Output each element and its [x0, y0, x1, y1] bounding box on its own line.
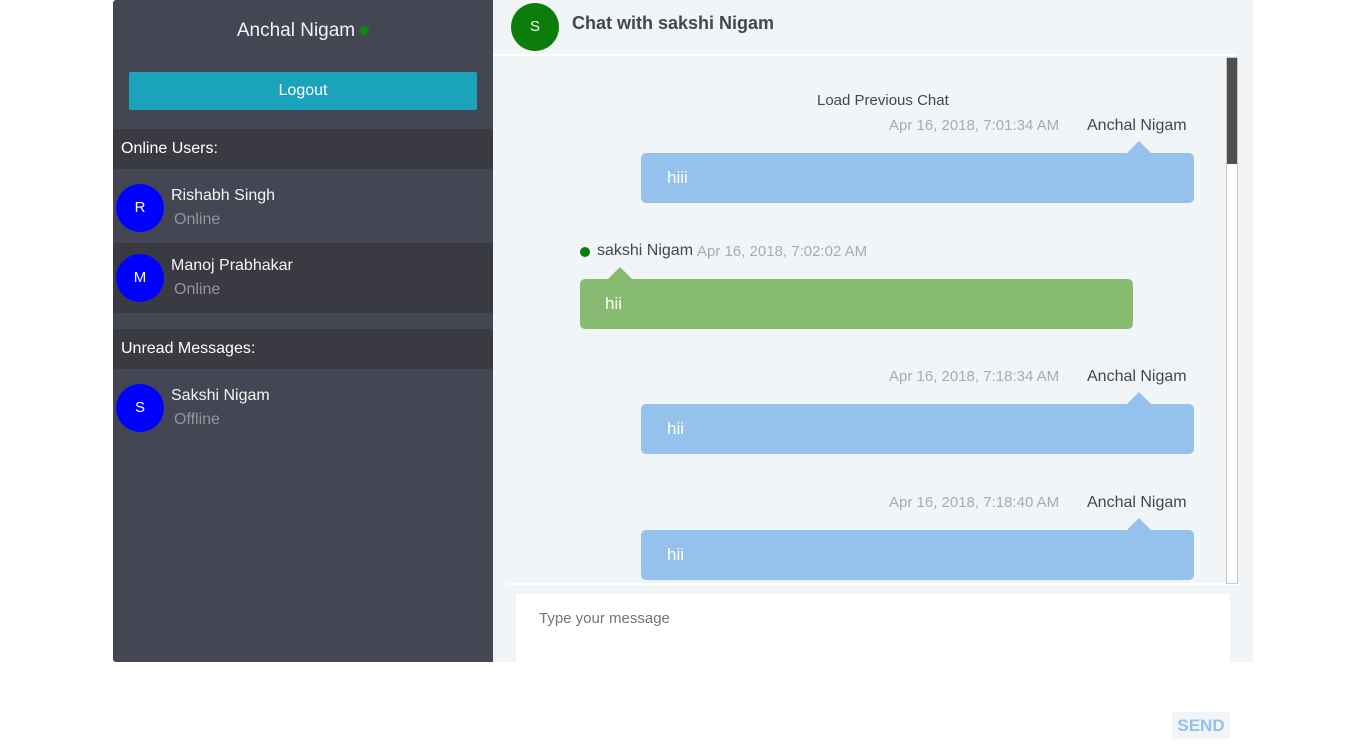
message-input[interactable]	[516, 594, 1230, 662]
message-sender: Anchal Nigam	[1087, 494, 1187, 511]
avatar: M	[116, 254, 164, 302]
message-bubble: hii	[641, 518, 1194, 580]
unread-messages-heading: Unread Messages:	[113, 329, 493, 369]
user-name: Sakshi Nigam	[171, 387, 270, 404]
online-status-icon	[580, 247, 590, 257]
avatar: R	[116, 184, 164, 232]
load-previous-chat-link[interactable]: Load Previous Chat	[817, 92, 949, 109]
current-user: Anchal Nigam	[113, 20, 493, 42]
message-sender: Anchal Nigam	[1087, 368, 1187, 385]
unread-user-item[interactable]: S Sakshi Nigam Offline	[113, 369, 493, 439]
chat-panel: S Chat with sakshi Nigam Load Previous C…	[493, 0, 1253, 662]
online-user-item[interactable]: M Manoj Prabhakar Online	[113, 243, 493, 313]
message-time: Apr 16, 2018, 7:18:34 AM	[889, 368, 1060, 385]
message-time: Apr 16, 2018, 7:02:02 AM	[697, 243, 868, 260]
chat-avatar: S	[511, 3, 559, 51]
online-users-heading: Online Users:	[113, 129, 493, 169]
user-status: Online	[174, 211, 221, 228]
online-user-item[interactable]: R Rishabh Singh Online	[113, 169, 493, 239]
scrollbar-thumb[interactable]	[1227, 58, 1237, 164]
message-sender: Anchal Nigam	[1087, 117, 1187, 134]
sidebar: Anchal Nigam Logout Online Users: R Rish…	[113, 0, 493, 662]
current-user-name: Anchal Nigam	[236, 20, 356, 41]
message-composer	[516, 594, 1230, 662]
message-bubble: hiii	[641, 141, 1194, 203]
user-status: Online	[174, 281, 221, 298]
logout-button[interactable]: Logout	[129, 72, 477, 110]
chat-header: S Chat with sakshi Nigam	[493, 0, 1238, 56]
user-name: Manoj Prabhakar	[171, 257, 293, 274]
online-status-icon	[360, 26, 370, 36]
message-bubble: hii	[580, 267, 1133, 329]
chat-history[interactable]: Load Previous Chat Apr 16, 2018, 7:01:34…	[508, 57, 1239, 585]
message-sender: sakshi Nigam	[597, 242, 694, 259]
chat-scrollbar[interactable]	[1226, 57, 1238, 584]
send-button[interactable]: SEND	[1172, 712, 1230, 739]
chat-app: Anchal Nigam Logout Online Users: R Rish…	[113, 0, 1253, 662]
chat-title: Chat with sakshi Nigam	[572, 13, 775, 33]
avatar: S	[116, 384, 164, 432]
message-time: Apr 16, 2018, 7:01:34 AM	[889, 117, 1060, 134]
user-name: Rishabh Singh	[171, 187, 276, 204]
message-time: Apr 16, 2018, 7:18:40 AM	[889, 494, 1060, 511]
message-bubble: hii	[641, 392, 1194, 454]
user-status: Offline	[174, 411, 220, 428]
